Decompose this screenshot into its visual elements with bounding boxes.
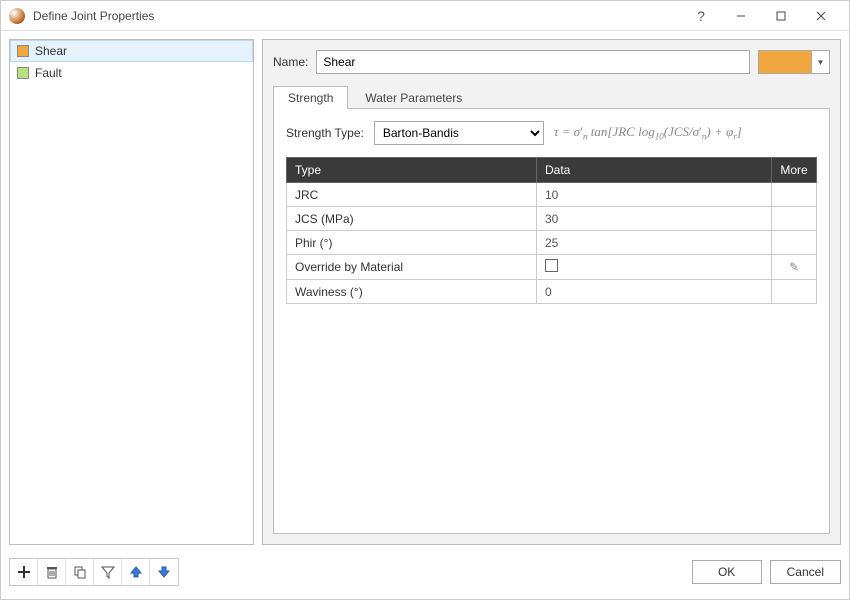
- table-row: JCS (MPa)30: [287, 207, 817, 231]
- param-more-cell: [772, 231, 817, 255]
- add-button[interactable]: [10, 559, 38, 585]
- param-type-cell: Waviness (°): [287, 280, 537, 304]
- dialog-footer: OK Cancel: [1, 553, 849, 591]
- app-icon: [9, 8, 25, 24]
- param-type-cell: JRC: [287, 183, 537, 207]
- name-input[interactable]: [316, 50, 750, 74]
- delete-button[interactable]: [38, 559, 66, 585]
- strength-formula: τ = σ′n tan[JRC log10(JCS/σ′n) + φr]: [554, 124, 742, 142]
- param-more-cell: [772, 207, 817, 231]
- filter-button[interactable]: [94, 559, 122, 585]
- move-down-button[interactable]: [150, 559, 178, 585]
- strength-params-table: Type Data More JRC10JCS (MPa)30Phir (°)2…: [286, 157, 817, 304]
- color-picker[interactable]: ▼: [758, 50, 830, 74]
- tabs-header: StrengthWater Parameters: [273, 84, 830, 108]
- param-type-cell: Phir (°): [287, 231, 537, 255]
- color-swatch: [759, 51, 811, 73]
- param-more-cell[interactable]: ✎: [772, 255, 817, 280]
- param-data-cell[interactable]: [537, 255, 772, 280]
- table-row: Waviness (°)0: [287, 280, 817, 304]
- name-label: Name:: [273, 55, 308, 69]
- param-data-cell[interactable]: 30: [537, 207, 772, 231]
- minimize-button[interactable]: [721, 2, 761, 30]
- color-swatch-icon: [17, 67, 29, 79]
- table-row: Override by Material ✎: [287, 255, 817, 280]
- ok-button[interactable]: OK: [692, 560, 762, 584]
- move-up-button[interactable]: [122, 559, 150, 585]
- joint-list-item[interactable]: Shear: [10, 40, 253, 62]
- chevron-down-icon[interactable]: ▼: [811, 51, 829, 73]
- maximize-button[interactable]: [761, 2, 801, 30]
- properties-panel: Name: ▼ StrengthWater Parameters Strengt…: [262, 39, 841, 545]
- param-data-cell[interactable]: 25: [537, 231, 772, 255]
- list-toolbar: [9, 558, 179, 586]
- table-row: JRC10: [287, 183, 817, 207]
- joint-list-item-label: Shear: [35, 44, 67, 58]
- joint-list-item-label: Fault: [35, 66, 62, 80]
- edit-icon[interactable]: ✎: [789, 260, 799, 274]
- joint-list[interactable]: Shear Fault: [9, 39, 254, 545]
- strength-type-label: Strength Type:: [286, 126, 364, 140]
- close-button[interactable]: [801, 2, 841, 30]
- copy-button[interactable]: [66, 559, 94, 585]
- param-data-cell[interactable]: 0: [537, 280, 772, 304]
- col-header-type: Type: [287, 158, 537, 183]
- strength-type-select[interactable]: Barton-Bandis: [374, 121, 544, 145]
- help-button[interactable]: ?: [681, 2, 721, 30]
- titlebar: Define Joint Properties ?: [1, 1, 849, 31]
- window-title: Define Joint Properties: [33, 9, 154, 23]
- param-type-cell: Override by Material: [287, 255, 537, 280]
- cancel-button[interactable]: Cancel: [770, 560, 841, 584]
- param-type-cell: JCS (MPa): [287, 207, 537, 231]
- joint-list-item[interactable]: Fault: [10, 62, 253, 84]
- tab-body-strength: Strength Type: Barton-Bandis τ = σ′n tan…: [273, 108, 830, 534]
- col-header-data: Data: [537, 158, 772, 183]
- param-more-cell: [772, 280, 817, 304]
- tab-water[interactable]: Water Parameters: [350, 86, 477, 109]
- col-header-more: More: [772, 158, 817, 183]
- param-more-cell: [772, 183, 817, 207]
- table-row: Phir (°)25: [287, 231, 817, 255]
- tab-strength[interactable]: Strength: [273, 86, 348, 109]
- checkbox[interactable]: [545, 259, 558, 272]
- param-data-cell[interactable]: 10: [537, 183, 772, 207]
- color-swatch-icon: [17, 45, 29, 57]
